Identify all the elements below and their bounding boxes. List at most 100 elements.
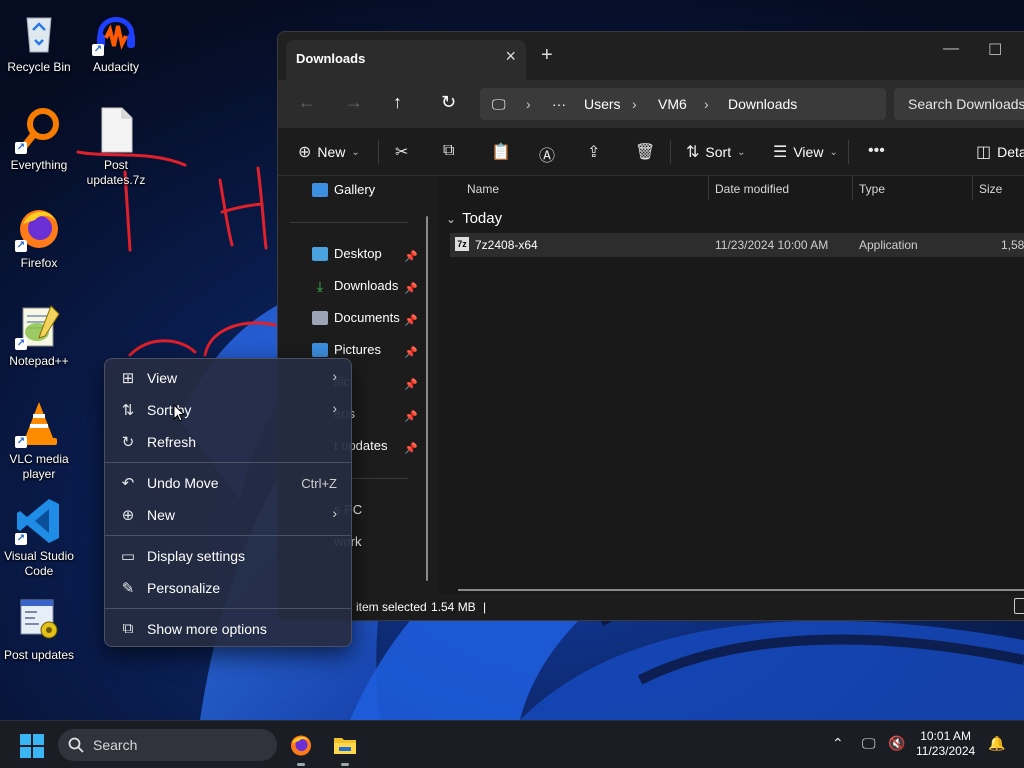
tab-downloads[interactable]: Downloads ×: [286, 40, 526, 80]
column-divider[interactable]: [972, 176, 973, 200]
column-header-type[interactable]: Type: [859, 182, 885, 196]
maximize-icon[interactable]: ☐: [988, 40, 1002, 60]
sort-button[interactable]: ⇅ Sort ⌄: [686, 142, 745, 162]
windows-start-icon[interactable]: [20, 734, 44, 758]
taskbar-search-box[interactable]: Search: [58, 729, 277, 761]
desktop-icon-firefox[interactable]: ↗ Firefox: [0, 204, 78, 271]
file-name: 7z2408-x64: [475, 238, 538, 252]
desktop-icon-everything[interactable]: ↗ Everything: [0, 106, 78, 173]
status-selected-count: item selected: [356, 600, 427, 614]
sidebar-scrollbar[interactable]: [426, 216, 428, 581]
view-button-label: View: [793, 144, 824, 160]
chevron-right-icon: ›: [632, 96, 637, 112]
menu-item-personalize[interactable]: ✎ Personalize: [109, 573, 347, 603]
chevron-down-icon: ⌄: [446, 211, 457, 226]
new-tab-icon[interactable]: +: [541, 44, 553, 67]
breadcrumb-downloads[interactable]: Downloads: [728, 96, 797, 112]
status-selected-size: 1.54 MB: [431, 600, 476, 614]
chevron-right-icon: ›: [526, 96, 531, 112]
desktop-icon-label: Visual Studio Code: [4, 549, 74, 578]
up-arrow-icon[interactable]: ↑: [393, 92, 402, 113]
details-pane-button[interactable]: ◫ Deta: [976, 142, 1024, 162]
horizontal-scrollbar[interactable]: [458, 589, 1024, 591]
divider: [378, 140, 379, 164]
vscode-icon: ↗: [15, 497, 63, 545]
column-divider[interactable]: [852, 176, 853, 200]
desktop-icon-vscode[interactable]: ↗ Visual Studio Code: [0, 497, 78, 579]
column-header-name[interactable]: Name: [467, 182, 499, 196]
menu-item-new[interactable]: ⊕ New ›: [109, 500, 347, 530]
file-row[interactable]: 7z 7z2408-x64 11/23/2024 10:00 AM Applic…: [450, 233, 1024, 257]
menu-item-display-settings[interactable]: ▭ Display settings: [109, 541, 347, 571]
pin-icon: 📌: [404, 347, 418, 359]
share-icon: ⇪: [587, 144, 601, 161]
title-bar: Downloads × + — ☐: [278, 32, 1024, 80]
desktop-icon-label: Audacity: [92, 60, 140, 74]
desktop-icon-audacity[interactable]: ↗ Audacity: [77, 8, 155, 75]
tab-title: Downloads: [296, 51, 366, 66]
minimize-icon[interactable]: —: [943, 40, 959, 58]
column-header-date-modified[interactable]: Date modified: [715, 182, 789, 196]
desktop-icon-vlc[interactable]: ↗ VLC media player: [0, 400, 78, 482]
menu-item-label: Undo Move: [147, 475, 219, 491]
back-arrow-icon[interactable]: ←: [298, 92, 316, 113]
breadcrumb-vm6[interactable]: VM6: [658, 96, 687, 112]
column-header-size[interactable]: Size: [979, 182, 1002, 196]
search-downloads-input[interactable]: Search Downloads: [894, 88, 1024, 120]
share-button[interactable]: ⇪: [587, 142, 600, 162]
refresh-icon: ↻: [121, 434, 135, 451]
close-tab-icon[interactable]: ×: [505, 46, 516, 67]
pin-icon: 📌: [404, 283, 418, 295]
copy-button[interactable]: ⧉: [443, 142, 454, 160]
pin-icon: 📌: [404, 411, 418, 423]
view-button[interactable]: ☰ View ⌄: [773, 142, 838, 162]
menu-item-show-more-options[interactable]: ⧉ Show more options: [109, 614, 347, 644]
details-button-label: Deta: [997, 144, 1024, 160]
group-header-today[interactable]: ⌄ Today: [446, 210, 502, 227]
cut-button[interactable]: ✂: [395, 142, 408, 162]
menu-item-view[interactable]: ⊞ View ›: [109, 363, 347, 393]
taskbar-file-explorer-icon[interactable]: [333, 733, 357, 757]
sidebar-item-gallery[interactable]: Gallery: [312, 182, 375, 197]
desktop-icon-notepadpp[interactable]: ↗ Notepad++: [0, 302, 78, 369]
desktop-icon-post-updates[interactable]: Post updates: [0, 596, 78, 663]
pin-icon: 📌: [404, 443, 418, 455]
menu-item-sort-by[interactable]: ⇅ Sort by ›: [109, 395, 347, 425]
column-divider[interactable]: [708, 176, 709, 200]
new-button[interactable]: ⊕ New ⌄: [298, 142, 360, 162]
monitor-icon: 🖵: [492, 96, 506, 112]
menu-item-undo-move[interactable]: ↶ Undo Move Ctrl+Z: [109, 468, 347, 498]
network-icon[interactable]: 🖵: [862, 735, 876, 752]
menu-item-refresh[interactable]: ↻ Refresh: [109, 427, 347, 457]
refresh-icon[interactable]: ↻: [441, 92, 456, 113]
shortcut-arrow-icon: ↗: [15, 240, 27, 252]
address-bar[interactable]: 🖵 › ··· Users › VM6 › Downloads: [480, 88, 886, 120]
desktop-icon-label: Post updates.7z: [86, 158, 146, 187]
pin-icon: 📌: [404, 251, 418, 263]
show-hidden-icons-chevron-icon[interactable]: ⌃: [832, 735, 844, 752]
desktop-icon-recycle-bin[interactable]: Recycle Bin: [0, 8, 78, 75]
notification-bell-icon[interactable]: 🔔: [988, 735, 1005, 752]
sidebar-item-downloads[interactable]: ⤓ Downloads: [312, 278, 398, 293]
breadcrumb-users[interactable]: Users: [584, 96, 621, 112]
ellipsis-icon[interactable]: ···: [552, 96, 566, 112]
sidebar-item-pictures[interactable]: Pictures: [312, 342, 381, 357]
copy-icon: ⧉: [443, 142, 455, 159]
desktop-icon-post-updates-7z[interactable]: Post updates.7z: [77, 106, 155, 188]
forward-arrow-icon[interactable]: →: [345, 92, 363, 113]
vlc-icon: ↗: [15, 400, 63, 448]
details-view-icon[interactable]: [1014, 598, 1024, 614]
volume-muted-icon[interactable]: 🔇: [888, 735, 905, 752]
menu-separator: [105, 608, 351, 609]
delete-button[interactable]: 🗑: [635, 142, 655, 162]
sidebar-item-desktop[interactable]: Desktop: [312, 246, 382, 261]
system-clock[interactable]: 10:01 AM 11/23/2024: [916, 729, 975, 759]
paste-button[interactable]: 📋: [491, 142, 511, 162]
chevron-down-icon: ⌄: [351, 146, 360, 158]
more-options-button[interactable]: •••: [868, 142, 885, 160]
sidebar-item-label: Desktop: [334, 246, 382, 261]
file-type: Application: [859, 238, 918, 252]
taskbar-firefox-icon[interactable]: [289, 733, 313, 757]
sidebar-item-documents[interactable]: Documents: [312, 310, 400, 325]
rename-button[interactable]: Ⓐ: [539, 142, 555, 166]
